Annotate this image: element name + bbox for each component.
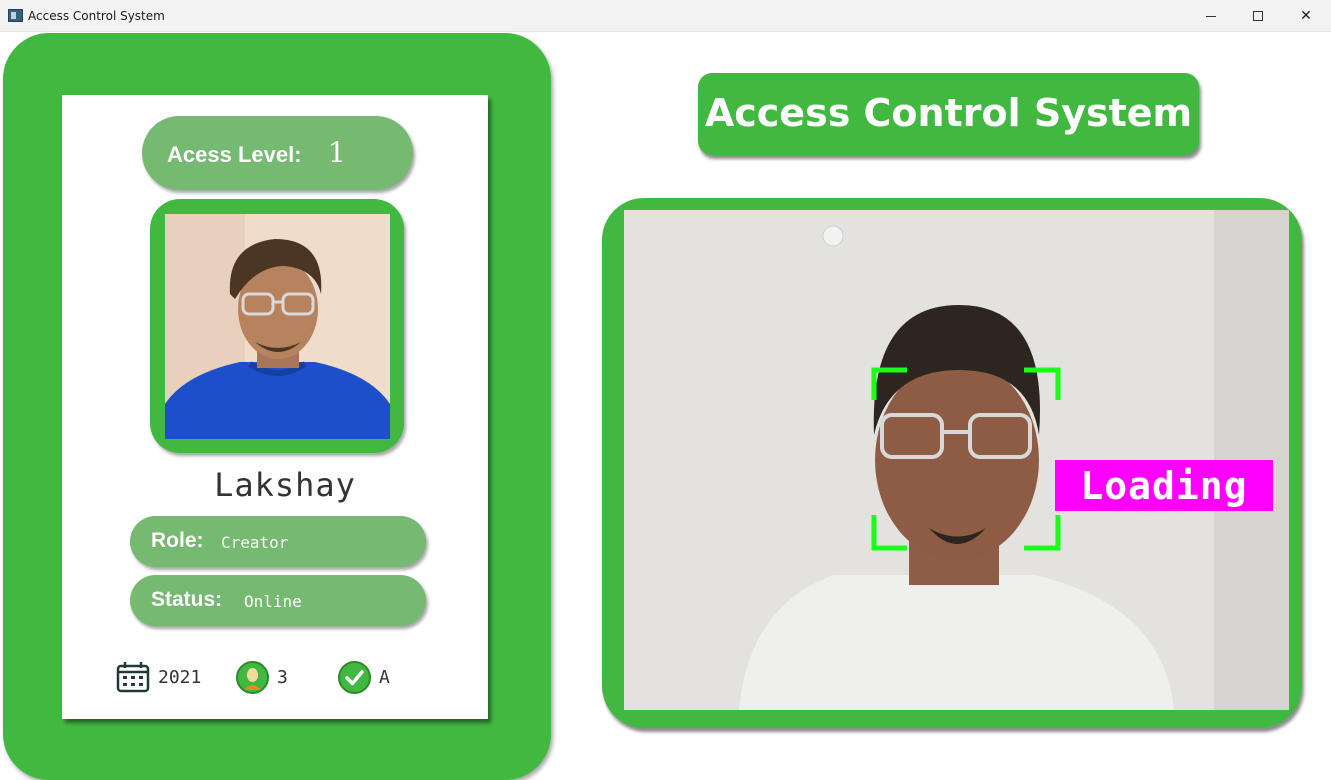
footer-count-text: 3 — [277, 666, 288, 688]
status-value: Online — [244, 592, 302, 611]
user-name: Lakshay — [214, 466, 356, 504]
access-level-label: Acess Level: — [167, 142, 302, 167]
minimize-icon — [1206, 15, 1216, 17]
user-badge-icon — [236, 660, 269, 694]
role-pill: Role: Creator — [130, 516, 426, 567]
minimize-button[interactable] — [1188, 0, 1234, 32]
page-title: Access Control System — [704, 91, 1193, 135]
maximize-button[interactable] — [1235, 0, 1281, 32]
title-bar: Access Control System ✕ — [0, 0, 1331, 32]
recognition-status-badge: Loading — [1055, 460, 1273, 511]
role-value: Creator — [221, 533, 289, 552]
footer-grade: A — [338, 660, 390, 694]
footer-year-text: 2021 — [158, 666, 202, 688]
profile-photo — [165, 214, 390, 439]
profile-photo-frame — [150, 199, 404, 453]
access-level-pill: Acess Level: 1 — [142, 116, 413, 190]
window-title: Access Control System — [28, 9, 165, 23]
calendar-icon — [116, 662, 150, 693]
status-pill: Status: Online — [130, 575, 426, 626]
close-icon: ✕ — [1300, 8, 1312, 24]
footer-year: 2021 — [116, 660, 201, 694]
close-button[interactable]: ✕ — [1283, 0, 1329, 32]
footer-count: 3 — [236, 660, 288, 694]
status-label: Status: — [151, 588, 223, 611]
access-level-value: 1 — [328, 136, 346, 169]
check-circle-icon — [338, 660, 371, 694]
app-header: Access Control System — [698, 73, 1199, 155]
role-label: Role: — [151, 529, 204, 552]
maximize-icon — [1253, 11, 1263, 21]
app-icon — [8, 9, 23, 22]
footer-grade-text: A — [379, 666, 390, 688]
